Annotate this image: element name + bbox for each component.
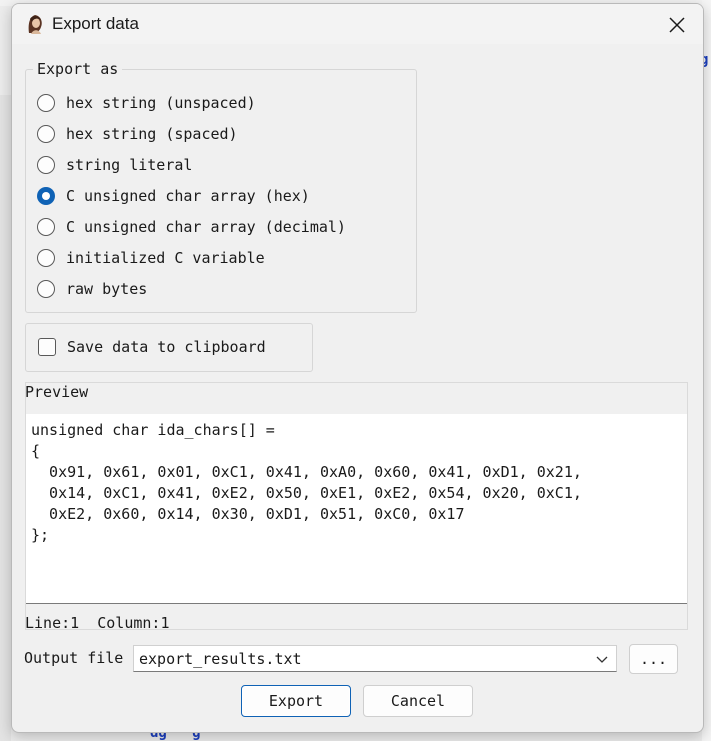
preview-line: { bbox=[31, 442, 41, 460]
radio-button[interactable] bbox=[37, 94, 55, 112]
preview-line: 0x91, 0x61, 0x01, 0xC1, 0x41, 0xA0, 0x60… bbox=[31, 463, 582, 481]
preview-text-area[interactable]: unsigned char ida_chars[] = { 0x91, 0x61,… bbox=[26, 414, 687, 604]
close-icon bbox=[669, 17, 685, 33]
browse-button[interactable]: ... bbox=[629, 644, 678, 674]
radio-raw-bytes[interactable]: raw bytes bbox=[37, 277, 147, 301]
radio-hex-string-unspaced[interactable]: hex string (unspaced) bbox=[37, 91, 256, 115]
chevron-down-icon[interactable] bbox=[596, 653, 608, 665]
radio-button[interactable] bbox=[37, 125, 55, 143]
close-button[interactable] bbox=[657, 8, 697, 42]
radio-label: hex string (spaced) bbox=[66, 125, 238, 143]
save-to-clipboard-checkbox-row[interactable]: Save data to clipboard bbox=[38, 336, 266, 358]
preview-line: 0xE2, 0x60, 0x14, 0x30, 0xD1, 0x51, 0xC0… bbox=[31, 505, 465, 523]
radio-button[interactable] bbox=[37, 156, 55, 174]
radio-button-selected[interactable] bbox=[37, 187, 55, 205]
export-data-dialog: Export data Export as hex string (unspac… bbox=[11, 3, 704, 733]
radio-button[interactable] bbox=[37, 249, 55, 267]
radio-button[interactable] bbox=[37, 218, 55, 236]
preview-line: }; bbox=[31, 526, 50, 544]
radio-label: C unsigned char array (decimal) bbox=[66, 218, 346, 236]
export-as-legend: Export as bbox=[33, 60, 123, 78]
radio-button[interactable] bbox=[37, 280, 55, 298]
cancel-button[interactable]: Cancel bbox=[363, 685, 473, 717]
radio-initialized-c-variable[interactable]: initialized C variable bbox=[37, 246, 265, 270]
preview-label: Preview bbox=[25, 383, 89, 401]
title-bar[interactable]: Export data bbox=[12, 4, 703, 44]
radio-c-unsigned-char-array-hex[interactable]: C unsigned char array (hex) bbox=[37, 184, 310, 208]
preview-line: 0x14, 0xC1, 0x41, 0xE2, 0x50, 0xE1, 0xE2… bbox=[31, 484, 582, 502]
app-portrait-icon bbox=[24, 13, 46, 35]
radio-label: raw bytes bbox=[66, 280, 148, 298]
output-file-value: export_results.txt bbox=[139, 650, 302, 668]
output-file-label: Output file bbox=[24, 649, 124, 667]
export-button[interactable]: Export bbox=[241, 685, 351, 717]
radio-label: initialized C variable bbox=[66, 249, 265, 267]
cursor-position-status: Line:1 Column:1 bbox=[25, 614, 170, 632]
save-to-clipboard-checkbox[interactable] bbox=[38, 338, 56, 356]
background-window-edge bbox=[0, 95, 11, 741]
save-to-clipboard-label: Save data to clipboard bbox=[67, 338, 266, 356]
radio-hex-string-spaced[interactable]: hex string (spaced) bbox=[37, 122, 238, 146]
preview-line: unsigned char ida_chars[] = bbox=[31, 421, 275, 439]
radio-label: string literal bbox=[66, 156, 193, 174]
radio-label: hex string (unspaced) bbox=[66, 94, 256, 112]
output-file-combobox[interactable]: export_results.txt bbox=[133, 645, 617, 672]
radio-c-unsigned-char-array-decimal[interactable]: C unsigned char array (decimal) bbox=[37, 215, 346, 239]
dialog-title: Export data bbox=[52, 14, 139, 33]
radio-label: C unsigned char array (hex) bbox=[66, 187, 310, 205]
radio-string-literal[interactable]: string literal bbox=[37, 153, 192, 177]
